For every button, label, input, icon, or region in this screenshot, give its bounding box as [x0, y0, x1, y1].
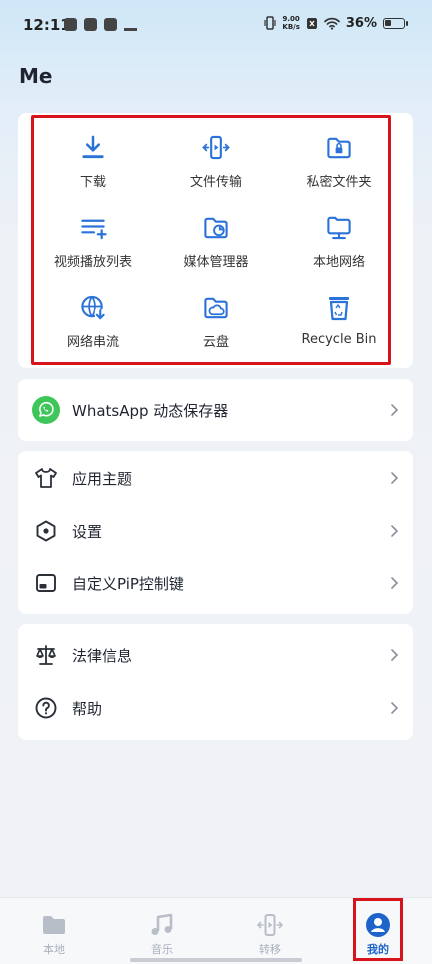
battery-percent: 36%: [345, 15, 377, 31]
video-playlist-icon: [81, 219, 107, 240]
row-label: 法律信息: [72, 646, 133, 665]
chevron-right-icon: [391, 702, 399, 714]
tool-label: 媒体管理器: [183, 255, 249, 270]
row-help[interactable]: 帮助: [18, 682, 413, 734]
whatsapp-saver-row[interactable]: WhatsApp 动态保存器: [18, 384, 413, 436]
chevron-right-icon: [391, 525, 399, 537]
tool-download[interactable]: 下载: [27, 120, 159, 190]
tool-media-manager[interactable]: 媒体管理器: [150, 200, 282, 270]
page-title: Me: [19, 64, 53, 88]
nav-transfer[interactable]: 转移: [235, 898, 305, 964]
nav-label: 我的: [367, 943, 389, 956]
status-right: 9.00 KB/s 36%: [264, 15, 408, 31]
local-network-icon: [327, 216, 351, 240]
status-bar: 12:11 9.00 KB/s 36%: [0, 0, 432, 52]
private-folder-icon: [327, 137, 351, 159]
tool-label: 网络串流: [66, 335, 119, 350]
home-indicator[interactable]: [130, 958, 302, 962]
nav-local[interactable]: 本地: [19, 898, 89, 964]
tool-label: 视频播放列表: [53, 255, 132, 270]
whatsapp-label: WhatsApp 动态保存器: [72, 401, 229, 420]
scales-icon: [36, 645, 56, 665]
tool-private-folder[interactable]: 私密文件夹: [273, 120, 405, 190]
media-manager-icon: [204, 217, 228, 239]
speed-unit: KB/s: [282, 23, 300, 31]
notification-box-icon: [104, 18, 117, 31]
notification-app-icon: [64, 18, 77, 31]
music-note-icon: [151, 913, 173, 935]
profile-icon: [366, 913, 390, 937]
settings-hexagon-icon: [36, 520, 56, 542]
notification-crown-icon: [124, 18, 137, 31]
battery-icon: [383, 17, 405, 29]
tool-label: 云盘: [202, 335, 229, 350]
transfer-icon: [257, 914, 283, 936]
row-pip-controls[interactable]: 自定义PiP控制键: [18, 557, 413, 609]
chevron-right-icon: [391, 404, 399, 416]
network-speed: 9.00 KB/s: [282, 15, 299, 31]
cloud-drive-icon: [204, 297, 228, 319]
chevron-right-icon: [391, 472, 399, 484]
tool-network-stream[interactable]: 网络串流: [27, 280, 159, 350]
network-stream-icon: [81, 295, 106, 321]
pip-icon: [36, 574, 56, 592]
download-icon: [82, 135, 104, 159]
tool-cloud-drive[interactable]: 云盘: [150, 280, 282, 350]
row-settings[interactable]: 设置: [18, 505, 413, 557]
file-transfer-icon: [202, 135, 230, 160]
bottom-nav: 本地 音乐 转移 我的: [0, 897, 432, 964]
notification-link-icon: [84, 18, 97, 31]
nav-music[interactable]: 音乐: [127, 898, 197, 964]
wifi-icon: [324, 17, 340, 30]
tool-local-network[interactable]: 本地网络: [273, 200, 405, 270]
row-label: 设置: [72, 522, 103, 541]
tool-label: 下载: [79, 175, 106, 190]
tool-label: Recycle Bin: [301, 332, 377, 347]
notification-icons: [64, 18, 137, 31]
tool-recycle-bin[interactable]: Recycle Bin: [273, 280, 405, 350]
chevron-right-icon: [391, 649, 399, 661]
row-app-theme[interactable]: 应用主题: [18, 452, 413, 504]
recycle-bin-icon: [329, 297, 349, 321]
help-icon: [35, 697, 57, 719]
nav-label: 音乐: [151, 943, 173, 956]
whatsapp-icon: [32, 396, 60, 424]
tool-label: 私密文件夹: [306, 175, 372, 190]
vibrate-icon: [264, 16, 276, 30]
folder-icon: [43, 916, 65, 934]
tshirt-icon: [35, 468, 57, 488]
row-label: 应用主题: [72, 469, 133, 488]
speed-value: 9.00: [282, 15, 300, 23]
row-label: 自定义PiP控制键: [72, 574, 184, 593]
row-label: 帮助: [72, 699, 103, 718]
tool-label: 本地网络: [312, 255, 365, 270]
nav-label: 本地: [43, 943, 65, 956]
tool-video-playlist[interactable]: 视频播放列表: [27, 200, 159, 270]
nav-label: 转移: [259, 943, 281, 956]
battery-tip: [406, 20, 408, 26]
tool-label: 文件传输: [189, 175, 242, 190]
tool-file-transfer[interactable]: 文件传输: [150, 120, 282, 190]
nav-me[interactable]: 我的: [343, 898, 413, 964]
sim-off-icon: [306, 17, 317, 29]
chevron-right-icon: [391, 577, 399, 589]
row-legal-info[interactable]: 法律信息: [18, 629, 413, 681]
